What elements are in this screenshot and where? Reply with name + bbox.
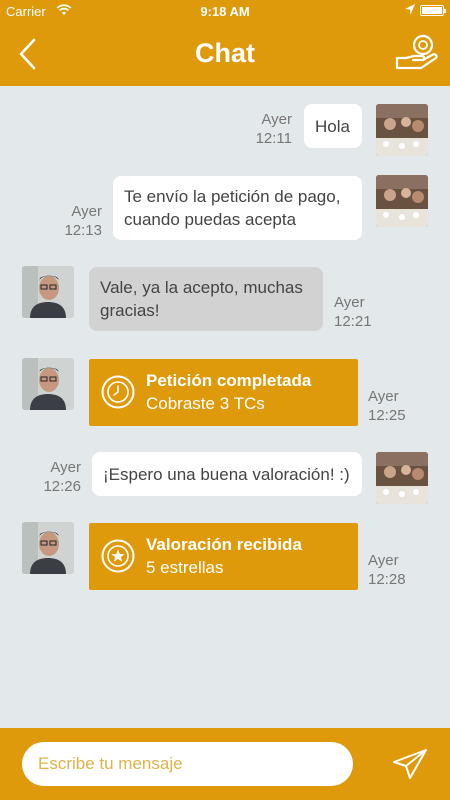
- system-message-payment-completed[interactable]: Petición completada Cobraste 3 TCs: [89, 359, 358, 426]
- hand-coin-icon: [395, 34, 438, 70]
- avatar-sender[interactable]: [376, 104, 428, 156]
- avatar-contact[interactable]: [22, 266, 74, 318]
- battery-icon: [420, 5, 446, 16]
- message-text: Hola: [315, 117, 350, 136]
- message-timestamp: Ayer 12:26: [21, 458, 81, 496]
- timestamp-day: Ayer: [50, 459, 81, 476]
- message-text-line: gracias!: [100, 301, 160, 320]
- star-icon: [101, 539, 135, 573]
- timestamp-time: 12:13: [64, 222, 102, 239]
- group-photo: [376, 452, 428, 504]
- system-message-subtitle: 5 estrellas: [146, 558, 224, 577]
- timestamp-time: 12:26: [43, 478, 81, 495]
- page-title: Chat: [195, 38, 255, 68]
- timestamp-time: 12:28: [368, 571, 406, 588]
- avatar-contact[interactable]: [22, 358, 74, 410]
- system-message-title: Valoración recibida: [146, 535, 302, 554]
- message-timestamp: Ayer 12:11: [232, 110, 292, 148]
- message-bubble-incoming[interactable]: Vale, ya la acepto, muchas gracias!: [89, 267, 323, 331]
- location-arrow-icon: [404, 3, 416, 19]
- message-text-line: Te envío la petición de pago,: [124, 187, 341, 206]
- contact-photo: [22, 522, 74, 574]
- timestamp-day: Ayer: [71, 203, 102, 220]
- contact-photo: [22, 266, 74, 318]
- paper-plane-icon: [393, 749, 427, 779]
- message-text-line: cuando puedas acepta: [124, 210, 297, 229]
- clock-icon: [101, 375, 135, 409]
- timestamp-day: Ayer: [368, 552, 399, 569]
- timestamp-time: 12:21: [334, 313, 372, 330]
- system-message-subtitle: Cobraste 3 TCs: [146, 394, 265, 413]
- avatar-sender[interactable]: [376, 175, 428, 227]
- timestamp-time: 12:11: [255, 130, 292, 147]
- timestamp-day: Ayer: [261, 111, 292, 128]
- timestamp-time: 12:25: [368, 407, 406, 424]
- send-button[interactable]: [392, 748, 428, 780]
- system-message-rating-received[interactable]: Valoración recibida 5 estrellas: [89, 523, 358, 590]
- payment-request-button[interactable]: [394, 32, 440, 76]
- message-bubble-outgoing[interactable]: ¡Espero una buena valoración! :): [92, 452, 362, 496]
- message-timestamp: Ayer 12:25: [368, 387, 428, 425]
- message-text-line: Vale, ya la acepto, muchas: [100, 278, 303, 297]
- message-bubble-outgoing[interactable]: Hola: [304, 104, 362, 148]
- message-input[interactable]: [22, 742, 353, 786]
- system-message-title: Petición completada: [146, 371, 312, 390]
- group-photo: [376, 104, 428, 156]
- group-photo: [376, 175, 428, 227]
- message-timestamp: Ayer 12:28: [368, 551, 428, 589]
- nav-bar: Chat: [0, 22, 450, 86]
- timestamp-day: Ayer: [334, 294, 365, 311]
- message-text: ¡Espero una buena valoración! :): [103, 465, 350, 484]
- avatar-contact[interactable]: [22, 522, 74, 574]
- avatar-sender[interactable]: [376, 452, 428, 504]
- message-bubble-outgoing[interactable]: Te envío la petición de pago, cuando pue…: [113, 176, 362, 240]
- status-time: 9:18 AM: [200, 4, 250, 19]
- message-timestamp: Ayer 12:13: [42, 202, 102, 240]
- status-bar: Carrier 9:18 AM: [0, 0, 450, 22]
- composer-bar: [0, 728, 450, 800]
- message-timestamp: Ayer 12:21: [334, 293, 394, 331]
- message-list[interactable]: Ayer 12:11 Hola Ayer 12:13 Te envío la p…: [0, 86, 450, 728]
- contact-photo: [22, 358, 74, 410]
- timestamp-day: Ayer: [368, 388, 399, 405]
